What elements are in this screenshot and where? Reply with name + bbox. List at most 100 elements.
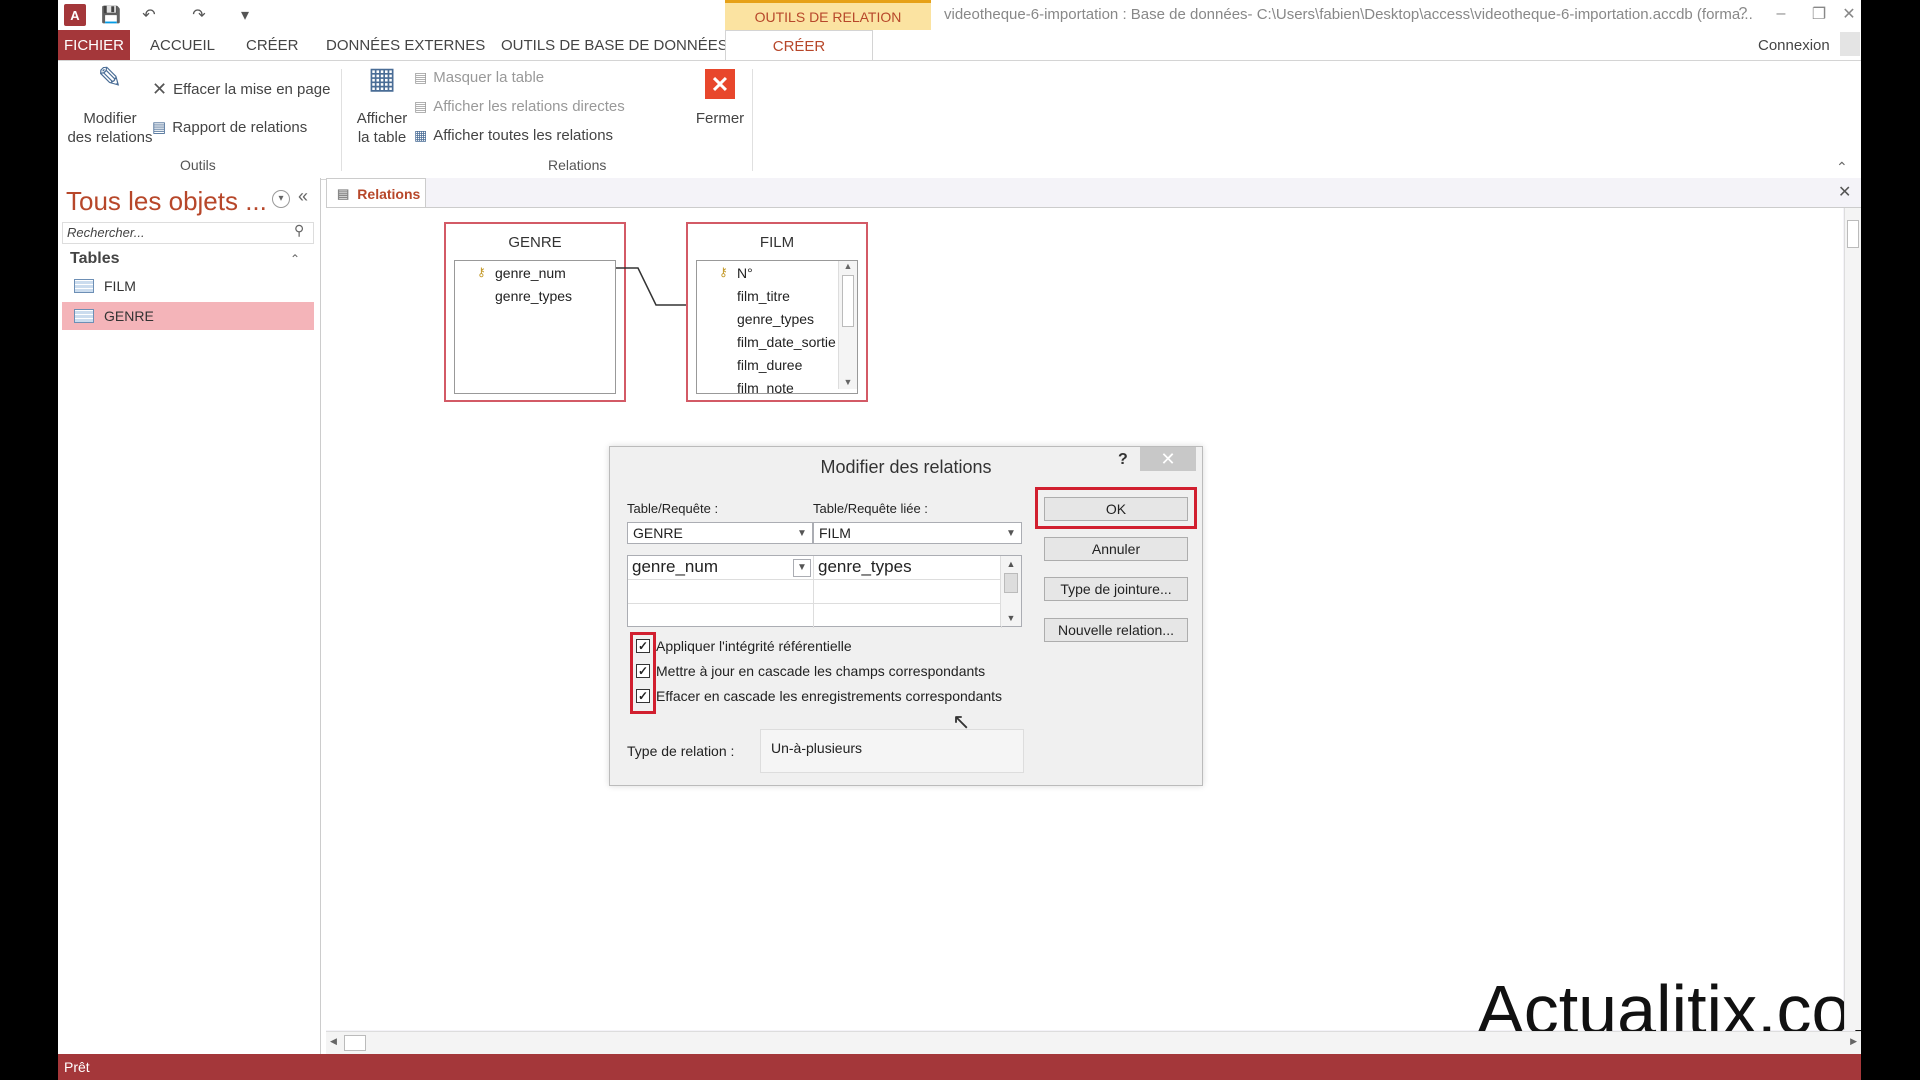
fermer-button[interactable]: ✕ Fermer: [688, 69, 752, 128]
scroll-right-icon[interactable]: ▶: [1850, 1036, 1857, 1047]
table-box-film[interactable]: FILM ⚷ N° film_titre genre_types film_dat…: [686, 222, 868, 402]
tab-creer-relations[interactable]: CRÉER: [725, 30, 873, 61]
chevron-down-icon[interactable]: ▼: [1003, 525, 1019, 541]
nav-filter-icon[interactable]: ▾: [272, 190, 290, 208]
nav-group-tables[interactable]: Tables: [70, 250, 120, 268]
key-icon: ⚷: [477, 265, 486, 279]
table-title[interactable]: GENRE: [446, 234, 624, 251]
context-tab-label: OUTILS DE RELATION: [725, 0, 931, 30]
toutes-relations-button[interactable]: ▦ Afficher toutes les relations: [414, 127, 613, 144]
relations-directes-button[interactable]: ▤ Afficher les relations directes: [414, 98, 625, 115]
effacer-cascade-checkbox-row[interactable]: ✓ Effacer en cascade les enregistrements…: [636, 688, 1002, 704]
scroll-up-icon[interactable]: ▲: [839, 261, 857, 271]
group-collapse-icon[interactable]: ⌃: [290, 252, 300, 266]
collapse-ribbon-icon[interactable]: ⌃: [1836, 159, 1848, 176]
scroll-down-icon[interactable]: ▼: [839, 377, 857, 387]
help-button[interactable]: ?: [1728, 2, 1758, 26]
connexion-link[interactable]: Connexion: [1758, 30, 1830, 60]
masquer-table-button[interactable]: ▤ Masquer la table: [414, 69, 544, 86]
tab-creer[interactable]: CRÉER: [246, 30, 299, 60]
table-icon: [74, 279, 94, 293]
search-icon[interactable]: ⚲: [294, 222, 304, 239]
linked-table-combo[interactable]: FILM ▼: [813, 522, 1022, 544]
nav-collapse-icon[interactable]: «: [298, 186, 308, 207]
horizontal-scrollbar[interactable]: ◀ ▶: [326, 1031, 1861, 1054]
afficher-table-button[interactable]: ▦ Afficher la table: [345, 64, 419, 147]
close-tab-icon[interactable]: ✕: [1838, 182, 1851, 202]
tab-accueil[interactable]: ACCUEIL: [150, 30, 215, 60]
table-combo[interactable]: GENRE ▼: [627, 522, 813, 544]
type-jointure-button[interactable]: Type de jointure...: [1044, 577, 1188, 601]
field-item[interactable]: genre_types: [697, 307, 857, 330]
table-title[interactable]: FILM: [688, 234, 866, 251]
save-icon[interactable]: 💾: [100, 4, 122, 26]
vertical-scroll-thumb[interactable]: [1847, 220, 1859, 248]
field-item[interactable]: ⚷ genre_num: [455, 261, 615, 284]
access-app-icon[interactable]: A: [64, 4, 86, 26]
direct-relationships-icon: ▤: [414, 98, 428, 114]
minimize-button[interactable]: –: [1766, 2, 1796, 26]
nav-item-genre[interactable]: GENRE: [62, 302, 314, 330]
redo-icon[interactable]: ↷: [188, 4, 210, 26]
tab-outils-bd[interactable]: OUTILS DE BASE DE DONNÉES: [501, 30, 728, 60]
ribbon: ✎ Modifier des relations ✕ Effacer la mi…: [58, 60, 1861, 180]
field-item[interactable]: film_note: [697, 376, 857, 394]
user-avatar[interactable]: [1840, 32, 1860, 56]
field-item[interactable]: ⚷ N°: [697, 261, 857, 284]
right-field-value: genre_types: [818, 557, 912, 576]
field-label: film_date_sortie: [737, 333, 836, 350]
empty-cell[interactable]: [814, 580, 1002, 604]
nav-title[interactable]: Tous les objets ...: [66, 186, 267, 217]
scroll-thumb[interactable]: [842, 275, 854, 327]
horizontal-scroll-thumb[interactable]: [344, 1035, 366, 1051]
field-list[interactable]: ⚷ genre_num genre_types: [454, 260, 616, 394]
hide-table-icon: ▤: [414, 69, 428, 85]
field-item[interactable]: film_date_sortie: [697, 330, 857, 353]
nouvelle-relation-button[interactable]: Nouvelle relation...: [1044, 618, 1188, 642]
afficher-label-2: la table: [357, 129, 407, 146]
maj-cascade-checkbox-row[interactable]: ✓ Mettre à jour en cascade les champs co…: [636, 663, 985, 679]
effacer-mise-en-page-button[interactable]: ✕ Effacer la mise en page: [152, 79, 330, 100]
field-item[interactable]: film_titre: [697, 284, 857, 307]
field-list[interactable]: ⚷ N° film_titre genre_types film_date_sor…: [696, 260, 858, 394]
relationship-line[interactable]: [616, 258, 696, 318]
undo-icon[interactable]: ↶: [138, 4, 160, 26]
nav-search-input[interactable]: Rechercher...: [62, 222, 314, 244]
empty-cell[interactable]: [628, 604, 814, 628]
scroll-up-icon[interactable]: ▲: [1001, 556, 1021, 569]
left-field-cell[interactable]: genre_num ▼: [628, 556, 814, 580]
close-window-button[interactable]: ✕: [1834, 2, 1861, 26]
empty-cell[interactable]: [814, 604, 1002, 628]
window-title: videotheque-6-importation : Base de donn…: [944, 6, 1753, 23]
right-field-cell[interactable]: genre_types: [814, 556, 1002, 580]
field-item[interactable]: genre_types: [455, 284, 615, 307]
rapport-relations-button[interactable]: ▤ Rapport de relations: [152, 118, 307, 137]
field-label: film_duree: [737, 356, 803, 373]
field-item[interactable]: film_duree: [697, 353, 857, 376]
field-list-scrollbar[interactable]: ▲ ▼: [838, 261, 857, 389]
group-separator: [341, 69, 342, 171]
integrite-checkbox-row[interactable]: ✓ Appliquer l'intégrité référentielle: [636, 638, 852, 654]
dialog-close-button[interactable]: ✕: [1140, 447, 1196, 471]
customize-qat-icon[interactable]: ▾: [234, 4, 256, 26]
table-label: Table/Requête :: [627, 501, 719, 516]
grid-scroll-thumb[interactable]: [1004, 573, 1018, 593]
chevron-down-icon[interactable]: ▼: [794, 525, 810, 541]
integrite-label: Appliquer l'intégrité référentielle: [656, 638, 852, 654]
vertical-scrollbar[interactable]: [1844, 208, 1861, 1030]
restore-button[interactable]: ❐: [1804, 2, 1834, 26]
nav-item-film[interactable]: FILM: [62, 272, 314, 300]
empty-cell[interactable]: [628, 580, 814, 604]
field-mapping-grid[interactable]: genre_num ▼ genre_types ▲ ▼: [627, 555, 1022, 628]
chevron-down-icon[interactable]: ▼: [793, 559, 811, 577]
tab-donnees-externes[interactable]: DONNÉES EXTERNES: [326, 30, 485, 60]
annuler-button[interactable]: Annuler: [1044, 537, 1188, 561]
grid-scrollbar[interactable]: ▲ ▼: [1000, 556, 1021, 626]
table-box-genre[interactable]: GENRE ⚷ genre_num genre_types: [444, 222, 626, 402]
tab-relations[interactable]: ▤ Relations: [326, 178, 426, 208]
dialog-help-button[interactable]: ?: [1118, 451, 1128, 469]
scroll-left-icon[interactable]: ◀: [330, 1036, 337, 1047]
scroll-down-icon[interactable]: ▼: [1001, 613, 1021, 623]
tab-fichier[interactable]: FICHIER: [58, 30, 130, 60]
modifier-relations-button[interactable]: ✎ Modifier des relations: [66, 64, 154, 147]
